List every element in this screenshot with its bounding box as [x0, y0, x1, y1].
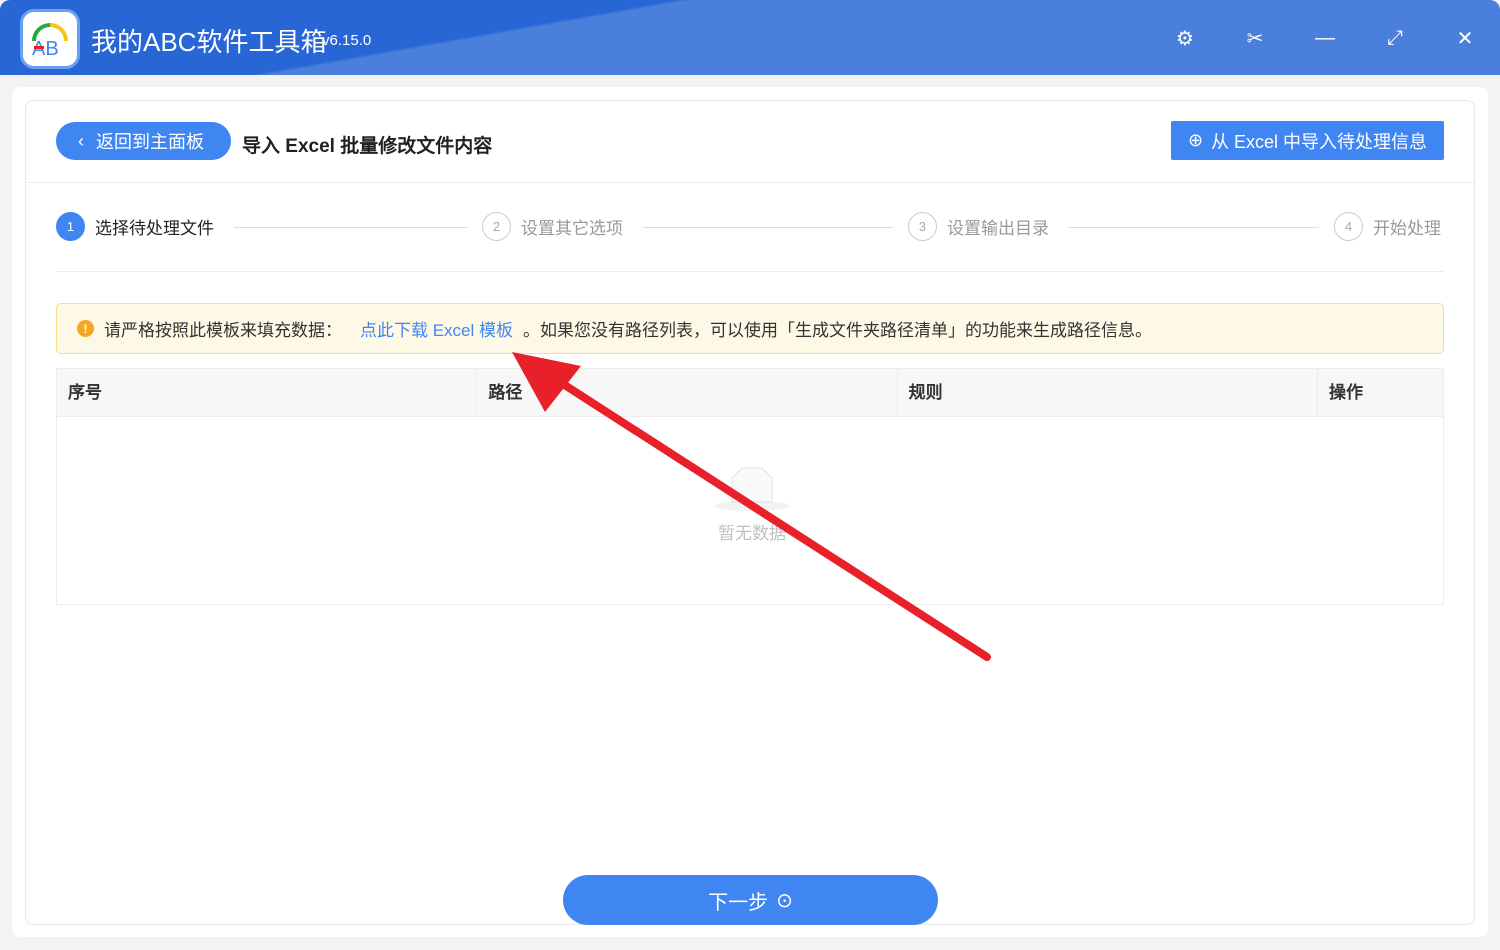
app-version: v6.15.0	[322, 32, 372, 49]
maximize-icon[interactable]: ⤢	[1383, 26, 1407, 50]
close-icon[interactable]: ✕	[1453, 26, 1477, 50]
column-header: 序号	[57, 369, 478, 416]
notice-text-suffix: 。如果您没有路径列表，可以使用「生成文件夹路径清单」的功能来生成路径信息。	[523, 321, 1153, 340]
column-header: 规则	[898, 369, 1318, 416]
column-header: 操作	[1328, 383, 1363, 402]
step-number: 1	[56, 212, 85, 241]
chevron-right-circle-icon: ⊙	[776, 889, 793, 912]
title-bar: AB 我的ABC软件工具箱 v6.15.0 ⚙ ✂ — ⤢ ✕	[0, 0, 1500, 75]
next-label: 下一步	[708, 891, 769, 914]
step-4: 4 开始处理	[1334, 212, 1441, 241]
step-label: 设置输出目录	[947, 219, 1049, 238]
warning-icon: !	[77, 320, 94, 337]
step-label: 选择待处理文件	[95, 219, 214, 238]
step-connector	[234, 227, 467, 228]
scissors-icon[interactable]: ✂	[1243, 26, 1267, 50]
empty-box-icon	[714, 467, 790, 511]
step-number: 2	[482, 212, 511, 241]
next-step-button[interactable]: 下一步 ⊙	[563, 875, 938, 925]
divider	[26, 182, 1474, 183]
step-number: 3	[908, 212, 937, 241]
back-to-main-button[interactable]: ‹ 返回到主面板	[56, 122, 231, 160]
page-title: 导入 Excel 批量修改文件内容	[242, 136, 493, 157]
step-1: 1 选择待处理文件	[56, 212, 214, 241]
app-title: 我的ABC软件工具箱	[91, 27, 327, 57]
empty-text: 暂无数据	[718, 524, 786, 543]
step-connector	[1069, 227, 1319, 228]
divider	[56, 271, 1444, 272]
app-logo: AB	[20, 9, 80, 69]
step-3: 3 设置输出目录	[908, 212, 1049, 241]
column-header: 路径	[477, 369, 898, 416]
step-number: 4	[1334, 212, 1363, 241]
download-template-link[interactable]: 点此下载 Excel 模板	[360, 316, 513, 341]
data-table: 序号 路径 规则 操作 暂无数据	[56, 368, 1444, 605]
step-2: 2 设置其它选项	[482, 212, 623, 241]
settings-gear-icon[interactable]: ⚙	[1173, 26, 1197, 50]
minimize-icon[interactable]: —	[1313, 26, 1337, 50]
import-from-excel-button[interactable]: ⊕ 从 Excel 中导入待处理信息	[1171, 121, 1444, 160]
step-connector	[643, 227, 893, 228]
empty-state: 暂无数据	[697, 464, 807, 544]
plus-circle-icon: ⊕	[1187, 130, 1204, 150]
step-label: 设置其它选项	[521, 219, 623, 238]
step-label: 开始处理	[1373, 219, 1441, 238]
table-header: 序号 路径 规则 操作	[57, 369, 1443, 417]
notice-banner: ! 请严格按照此模板来填充数据： 点此下载 Excel 模板 。如果您没有路径列…	[56, 303, 1444, 354]
notice-text: 请严格按照此模板来填充数据：	[104, 321, 342, 340]
back-label: 返回到主面板	[96, 132, 204, 152]
chevron-left-icon: ‹	[78, 130, 84, 151]
import-label: 从 Excel 中导入待处理信息	[1211, 131, 1428, 152]
